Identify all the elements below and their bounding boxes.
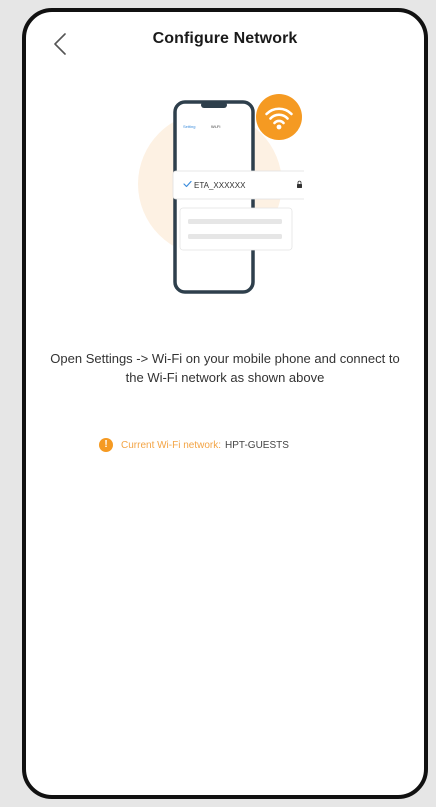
instruction-text: Open Settings -> Wi-Fi on your mobile ph… [50, 351, 400, 385]
warning-icon: ! [99, 438, 113, 452]
phone-screen: Configure Network Setting Wi-Fi ETA_XXXX… [22, 8, 428, 799]
page-title: Configure Network [152, 30, 298, 47]
phone-status-title: Wi-Fi [211, 124, 220, 129]
list-line [188, 234, 282, 239]
list-card [179, 207, 293, 251]
list-line [188, 219, 282, 224]
wifi-icon [256, 94, 302, 140]
selected-network-name: ETA_XXXXXX [194, 181, 246, 190]
current-network-row: ! Current Wi-Fi network: HPT-GUESTS [99, 437, 289, 453]
current-network-label: Current Wi-Fi network: [121, 439, 222, 451]
wifi-connect-illustration: Setting Wi-Fi ETA_XXXXXX [134, 84, 324, 299]
phone-status-left: Setting [183, 124, 195, 129]
app-header: Configure Network [26, 12, 424, 76]
current-network-value: HPT-GUESTS [225, 439, 289, 451]
phone-notch [201, 102, 227, 108]
